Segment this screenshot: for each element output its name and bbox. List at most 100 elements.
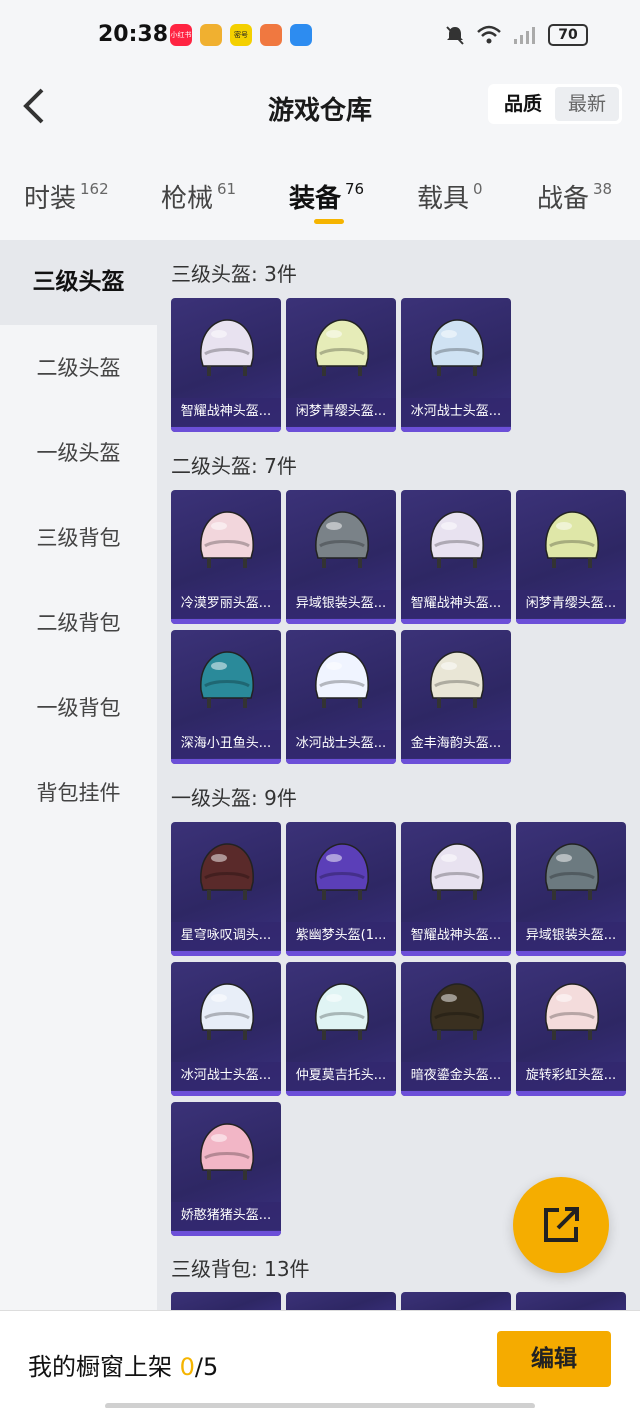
item-card[interactable]: 娇憨猪猪头盔...: [171, 1102, 281, 1236]
xiaohongshu-app-icon: 小红书: [170, 24, 192, 46]
category-tabs: 时装 162 枪械 61 装备 76 载具 0 战备 38: [0, 150, 640, 240]
active-tab-indicator: [314, 219, 344, 224]
item-card[interactable]: 旋转彩虹头盔...: [516, 962, 626, 1096]
item-name: 紫幽梦头盔(1...: [286, 922, 396, 950]
navigation-handle[interactable]: [105, 1403, 535, 1408]
tab-supplies[interactable]: 战备 38: [537, 178, 612, 215]
helmet-icon: [430, 983, 484, 1040]
item-name: 仲夏莫吉托头...: [286, 1062, 396, 1090]
item-card[interactable]: [286, 1292, 396, 1310]
section-title: 二级头盔: 7件: [171, 454, 297, 478]
sidebar-item-level1-helmet[interactable]: 一级头盔: [0, 411, 157, 496]
tab-label: 时装: [24, 184, 77, 214]
sort-latest-button[interactable]: 最新: [555, 87, 619, 121]
sidebar-item-level3-helmet[interactable]: 三级头盔: [0, 240, 157, 325]
item-card[interactable]: 冰河战士头盔...: [286, 630, 396, 764]
wifi-icon: [477, 25, 501, 44]
helmet-icon: [430, 843, 484, 900]
helmet-icon: [200, 511, 254, 568]
tab-vehicles[interactable]: 载具 0: [417, 178, 483, 215]
item-card[interactable]: [401, 1292, 511, 1310]
mihao-app-icon: 密号: [230, 24, 252, 46]
tab-count: 38: [593, 180, 613, 198]
showcase-label: 我的橱窗上架: [28, 1353, 180, 1381]
helmet-icon: [200, 319, 254, 376]
sidebar-item-backpack-pendant[interactable]: 背包挂件: [0, 751, 157, 836]
item-card[interactable]: 紫幽梦头盔(1...: [286, 822, 396, 956]
item-card[interactable]: 冰河战士头盔...: [401, 298, 511, 432]
helmet-icon: [545, 843, 599, 900]
item-grid: 冷漠罗丽头盔... 异域银装头盔... 智耀战神头盔... 闲梦青缨头盔... 深海小丑…: [171, 490, 629, 764]
item-name: 智耀战神头盔...: [401, 590, 511, 618]
edit-button[interactable]: 编辑: [497, 1331, 611, 1387]
tab-label: 枪械: [161, 184, 214, 214]
status-time: 20:38: [98, 22, 169, 47]
helmet-icon: [200, 983, 254, 1040]
tab-label: 载具: [417, 184, 470, 214]
helmet-icon: [430, 319, 484, 376]
item-card[interactable]: 智耀战神头盔...: [401, 490, 511, 624]
tab-count: 76: [345, 180, 365, 198]
helmet-icon: [315, 651, 369, 708]
item-name: 暗夜鎏金头盔...: [401, 1062, 511, 1090]
sort-quality-button[interactable]: 品质: [491, 87, 555, 121]
section-title: 一级头盔: 9件: [171, 786, 297, 810]
orange-app-icon: [260, 24, 282, 46]
sidebar-item-level1-backpack[interactable]: 一级背包: [0, 666, 157, 751]
item-card[interactable]: 智耀战神头盔...: [171, 298, 281, 432]
status-bar: 20:38 小红书 密号 70: [0, 0, 640, 70]
item-card[interactable]: 异域银装头盔...: [286, 490, 396, 624]
tab-count: 61: [217, 180, 237, 198]
item-name: 金丰海韵头盔...: [401, 730, 511, 758]
tab-weapons[interactable]: 枪械 61: [161, 178, 236, 215]
helmet-icon: [200, 651, 254, 708]
item-card[interactable]: 深海小丑鱼头...: [171, 630, 281, 764]
item-card[interactable]: 暗夜鎏金头盔...: [401, 962, 511, 1096]
item-card[interactable]: 智耀战神头盔...: [401, 822, 511, 956]
item-card[interactable]: 异域银装头盔...: [516, 822, 626, 956]
status-indicators: 70: [444, 24, 588, 46]
share-button[interactable]: [513, 1177, 609, 1273]
section-title: 三级头盔: 3件: [171, 262, 297, 286]
status-app-icons: 小红书 密号: [170, 24, 312, 46]
item-name: 娇憨猪猪头盔...: [171, 1202, 281, 1230]
item-grid: 智耀战神头盔... 闲梦青缨头盔... 冰河战士头盔...: [171, 298, 629, 432]
item-grid-partial: [171, 1292, 629, 1310]
sidebar-item-level3-backpack[interactable]: 三级背包: [0, 496, 157, 581]
helmet-icon: [430, 651, 484, 708]
section-title: 三级背包: 13件: [171, 1257, 310, 1281]
share-external-icon: [544, 1207, 579, 1242]
item-card[interactable]: 冰河战士头盔...: [171, 962, 281, 1096]
item-name: 冰河战士头盔...: [286, 730, 396, 758]
item-card[interactable]: 冷漠罗丽头盔...: [171, 490, 281, 624]
item-name: 旋转彩虹头盔...: [516, 1062, 626, 1090]
battery-indicator: 70: [548, 24, 588, 46]
tab-label: 战备: [537, 184, 590, 214]
sidebar-item-level2-helmet[interactable]: 二级头盔: [0, 326, 157, 411]
game-app-icon: [200, 24, 222, 46]
item-name: 冰河战士头盔...: [171, 1062, 281, 1090]
item-name: 闲梦青缨头盔...: [516, 590, 626, 618]
sidebar-item-level2-backpack[interactable]: 二级背包: [0, 581, 157, 666]
item-card[interactable]: 星穹咏叹调头...: [171, 822, 281, 956]
item-name: 异域银装头盔...: [286, 590, 396, 618]
signal-icon: [514, 27, 535, 44]
item-name: 深海小丑鱼头...: [171, 730, 281, 758]
showcase-current-count: 0: [179, 1353, 195, 1381]
item-name: 冷漠罗丽头盔...: [171, 590, 281, 618]
helmet-icon: [430, 511, 484, 568]
tab-count: 0: [473, 180, 483, 198]
helmet-icon: [315, 843, 369, 900]
tab-label: 装备: [289, 184, 342, 214]
item-card[interactable]: [171, 1292, 281, 1310]
helmet-icon: [315, 983, 369, 1040]
helmet-icon: [200, 1123, 254, 1180]
item-card[interactable]: 金丰海韵头盔...: [401, 630, 511, 764]
item-card[interactable]: [516, 1292, 626, 1310]
item-card[interactable]: 闲梦青缨头盔...: [286, 298, 396, 432]
tab-equipment[interactable]: 装备 76: [289, 178, 364, 215]
item-card[interactable]: 仲夏莫吉托头...: [286, 962, 396, 1096]
tab-fashion[interactable]: 时装 162: [24, 178, 109, 215]
item-card[interactable]: 闲梦青缨头盔...: [516, 490, 626, 624]
item-name: 星穹咏叹调头...: [171, 922, 281, 950]
